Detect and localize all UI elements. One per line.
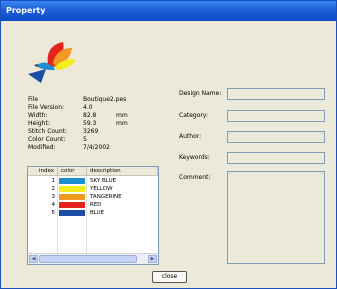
color-description: BLUE [90, 210, 105, 216]
column-header-index[interactable]: index [28, 167, 58, 176]
file-label: File [28, 96, 39, 103]
color-description: RED [90, 202, 102, 208]
scroll-thumb[interactable] [39, 255, 137, 263]
color-count-label: Color Count: [28, 136, 66, 143]
design-name-field[interactable] [227, 88, 325, 100]
width-value: 82.8 [83, 112, 97, 119]
info-modified: Modified: 7/4/2002 [28, 144, 148, 152]
info-file: File Boutique2.pes [28, 96, 148, 104]
category-field[interactable] [227, 110, 325, 122]
file-value: Boutique2.pes [83, 96, 127, 103]
info-height: Height: 59.3 mm [28, 120, 148, 128]
column-header-color[interactable]: color [58, 167, 87, 176]
file-version-label: File Version: [28, 104, 65, 111]
property-dialog: Property File Boutique2.pes File Version… [0, 0, 337, 289]
row-index: 4 [51, 202, 56, 208]
close-button[interactable]: close [152, 271, 187, 283]
height-unit: mm [116, 120, 128, 127]
color-description: YELLOW [90, 186, 113, 192]
list-item[interactable]: 2 YELLOW [28, 185, 158, 193]
color-list[interactable]: index color description 1 SKY BLUE 2 YEL… [27, 166, 159, 265]
author-field[interactable] [227, 131, 325, 143]
height-label: Height: [28, 120, 50, 127]
design-thumbnail [25, 39, 79, 87]
list-item[interactable]: 3 TANGERINE [28, 193, 158, 201]
scroll-right-icon[interactable]: ▶ [148, 255, 157, 263]
file-version-value: 4.0 [83, 104, 93, 111]
color-swatch [59, 194, 85, 200]
color-swatch [59, 186, 85, 192]
stitch-count-value: 3269 [83, 128, 99, 135]
row-index: 3 [51, 194, 56, 200]
keywords-field[interactable] [227, 152, 325, 164]
color-description: TANGERINE [90, 194, 122, 200]
width-unit: mm [116, 112, 128, 119]
color-swatch [59, 210, 85, 216]
list-item[interactable]: 1 SKY BLUE [28, 177, 158, 185]
color-description: SKY BLUE [90, 178, 117, 184]
comment-field[interactable] [227, 171, 325, 264]
author-label: Author: [179, 133, 202, 140]
info-width: Width: 82.8 mm [28, 112, 148, 120]
height-value: 59.3 [83, 120, 97, 127]
modified-label: Modified: [28, 144, 56, 151]
info-color-count: Color Count: 5 [28, 136, 148, 144]
color-count-value: 5 [83, 136, 87, 143]
color-swatch [59, 202, 85, 208]
row-index: 2 [51, 186, 56, 192]
modified-value: 7/4/2002 [83, 144, 110, 151]
window-title: Property [6, 6, 46, 15]
row-index: 1 [51, 178, 56, 184]
info-file-version: File Version: 4.0 [28, 104, 148, 112]
scroll-left-icon[interactable]: ◀ [29, 255, 38, 263]
design-name-label: Design Name: [179, 90, 222, 97]
stitch-count-label: Stitch Count: [28, 128, 68, 135]
list-item[interactable]: 5 BLUE [28, 209, 158, 217]
category-label: Category: [179, 112, 208, 119]
title-bar[interactable]: Property [1, 1, 336, 21]
color-swatch [59, 178, 85, 184]
width-label: Width: [28, 112, 48, 119]
row-index: 5 [51, 210, 56, 216]
column-header-description[interactable]: description [87, 167, 158, 176]
list-item[interactable]: 4 RED [28, 201, 158, 209]
keywords-label: Keywords: [179, 154, 210, 161]
comment-label: Comment: [179, 174, 211, 181]
info-stitch-count: Stitch Count: 3269 [28, 128, 148, 136]
horizontal-scrollbar[interactable]: ◀ ▶ [28, 253, 158, 264]
